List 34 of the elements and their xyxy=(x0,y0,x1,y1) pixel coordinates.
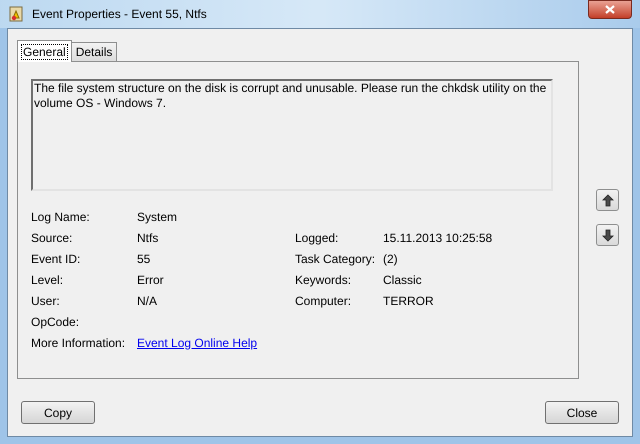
event-log-icon xyxy=(8,6,24,22)
field-label: Task Category: xyxy=(295,250,376,268)
next-button[interactable] xyxy=(596,224,619,246)
previous-button[interactable] xyxy=(596,189,619,211)
copy-button[interactable]: Copy xyxy=(21,401,95,424)
field-label: OpCode: xyxy=(31,314,80,330)
tab[interactable]: Details xyxy=(72,42,118,61)
field-label: Keywords: xyxy=(295,272,352,288)
field-label: More Information: xyxy=(31,334,126,352)
field-label: Level: xyxy=(31,272,64,288)
description-box: The file system structure on the disk is corrupt and unusable. Please run the chkdsk utility on the volume OS - Windows 7. xyxy=(31,79,553,191)
field-value: 55 xyxy=(137,250,150,268)
close-dialog-button[interactable]: Close xyxy=(545,401,619,424)
close-button[interactable] xyxy=(588,0,632,19)
down-arrow-icon xyxy=(602,228,614,242)
field-value: System xyxy=(137,208,178,226)
field-value: Error xyxy=(137,272,164,288)
field-value: 15.11.2013 10:25:58 xyxy=(383,230,492,246)
up-arrow-icon xyxy=(602,194,614,206)
field-value: N/A xyxy=(137,292,158,310)
field-label: Log Name: xyxy=(31,208,91,226)
tab[interactable]: General xyxy=(17,40,72,62)
field-label: Event ID: xyxy=(31,250,82,268)
field-value: Classic xyxy=(383,272,422,288)
field-value: Ntfs xyxy=(137,230,158,246)
field-value: TERROR xyxy=(383,292,434,310)
window-title: Event Properties - Event 55, Ntfs xyxy=(32,6,208,23)
field-value: (2) xyxy=(383,250,398,268)
field-label: Source: xyxy=(31,230,74,246)
field-label: Logged: xyxy=(295,230,340,246)
field-label: Computer: xyxy=(295,292,352,310)
close-icon xyxy=(605,5,615,14)
help-link[interactable]: Event Log Online Help xyxy=(137,334,258,352)
field-label: User: xyxy=(31,292,61,310)
